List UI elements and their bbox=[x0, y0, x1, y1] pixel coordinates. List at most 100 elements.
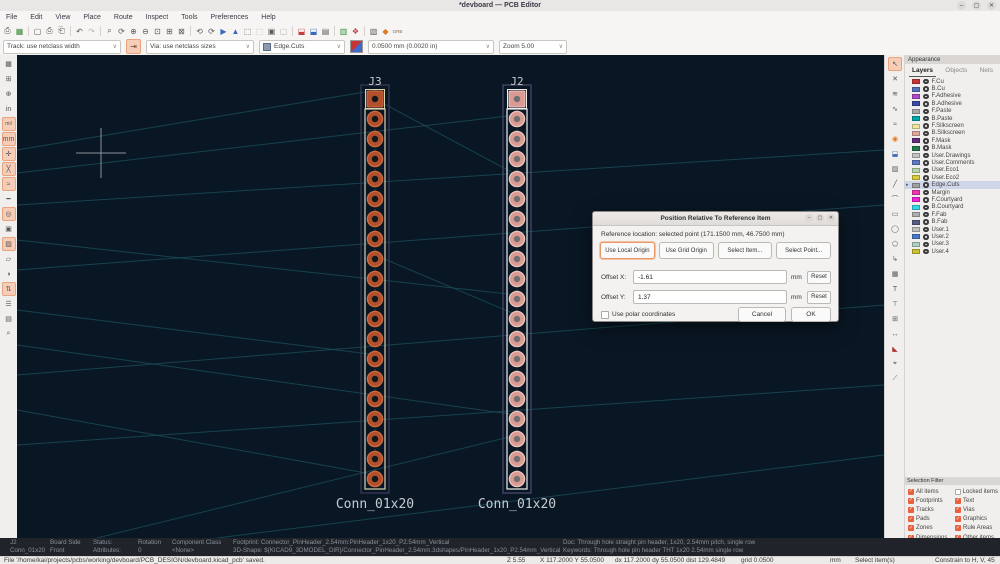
gerber-icon[interactable]: GRB bbox=[392, 25, 403, 37]
maximize-icon[interactable]: ▢ bbox=[972, 1, 981, 10]
menu-edit[interactable]: Edit bbox=[30, 14, 42, 21]
zoom-fit-icon[interactable]: ⊡ bbox=[152, 25, 163, 37]
checkbox-icon[interactable]: ✓ bbox=[955, 516, 961, 522]
layer-color-swatch[interactable] bbox=[912, 249, 920, 254]
layer-visibility-icon[interactable] bbox=[923, 145, 929, 151]
checkbox-icon[interactable]: ✓ bbox=[908, 507, 914, 513]
layer-row-user-comments[interactable]: User.Comments bbox=[905, 159, 1000, 166]
layer-visibility-icon[interactable] bbox=[923, 168, 929, 174]
layer-color-swatch[interactable] bbox=[912, 160, 920, 165]
ok-button[interactable]: OK bbox=[791, 307, 831, 322]
plot-icon[interactable]: ⎗ bbox=[56, 25, 67, 37]
footprint-browser-icon[interactable]: ⬓ bbox=[308, 25, 319, 37]
draw-arc-icon[interactable]: ⌒ bbox=[888, 192, 902, 206]
leader-icon[interactable]: ↳ bbox=[888, 252, 902, 266]
ratsnest-visibility-icon[interactable]: ╳ bbox=[2, 162, 16, 176]
checkbox-icon[interactable]: ✓ bbox=[955, 507, 961, 513]
filter-footprints[interactable]: ✓Footprints bbox=[908, 496, 955, 505]
draw-circle-icon[interactable]: ◯ bbox=[888, 222, 902, 236]
layer-visibility-icon[interactable] bbox=[923, 190, 929, 196]
tab-nets[interactable]: Nets bbox=[977, 65, 996, 76]
add-textbox-icon[interactable]: ⊤ bbox=[888, 297, 902, 311]
checkbox-icon[interactable]: ✓ bbox=[955, 525, 961, 531]
dialog-maximize-icon[interactable]: ▢ bbox=[816, 214, 824, 222]
select-tool-icon[interactable]: ↖ bbox=[888, 57, 902, 71]
zoom-objects-icon[interactable]: ⊞ bbox=[164, 25, 175, 37]
add-zone-icon[interactable]: ▨ bbox=[888, 162, 902, 176]
route-diff-pairs-icon[interactable]: ≈ bbox=[888, 117, 902, 131]
layer-color-swatch[interactable] bbox=[912, 212, 920, 217]
layer-visibility-icon[interactable] bbox=[923, 175, 929, 181]
add-text-icon[interactable]: T bbox=[888, 282, 902, 296]
auto-track-width-toggle[interactable]: ⇥ bbox=[126, 39, 141, 54]
checkbox-icon[interactable]: ✓ bbox=[908, 498, 914, 504]
search-panel-icon[interactable]: ⌕ bbox=[2, 327, 16, 341]
layer-color-swatch[interactable] bbox=[912, 234, 920, 239]
layer-row-b-mask[interactable]: B.Mask bbox=[905, 145, 1000, 152]
layer-row-f-courtyard[interactable]: F.Courtyard bbox=[905, 196, 1000, 203]
offset-x-input[interactable]: -1.61 bbox=[633, 270, 787, 284]
zone-outline-icon[interactable]: ▱ bbox=[2, 252, 16, 266]
menu-file[interactable]: File bbox=[6, 14, 17, 21]
layer-visibility-icon[interactable] bbox=[923, 197, 929, 203]
menu-place[interactable]: Place bbox=[83, 14, 101, 21]
footprint-editor-icon[interactable]: ⬓ bbox=[296, 25, 307, 37]
layer-color-swatch[interactable] bbox=[912, 101, 920, 106]
layer-color-swatch[interactable] bbox=[912, 131, 920, 136]
layer-color-swatch[interactable] bbox=[912, 183, 920, 188]
minimize-icon[interactable]: – bbox=[957, 1, 966, 10]
layer-visibility-icon[interactable] bbox=[923, 182, 929, 188]
layer-visibility-icon[interactable] bbox=[923, 101, 929, 107]
layer-row-b-fab[interactable]: B.Fab bbox=[905, 218, 1000, 225]
grid-properties-icon[interactable]: ⊞ bbox=[2, 72, 16, 86]
layer-visibility-icon[interactable] bbox=[923, 79, 929, 85]
offset-x-reset-button[interactable]: Reset bbox=[807, 271, 831, 284]
use-grid-origin-button[interactable]: Use Grid Origin bbox=[659, 242, 714, 259]
highlight-net-icon[interactable]: ≋ bbox=[888, 87, 902, 101]
footprint-value[interactable]: Conn_01x20 bbox=[478, 497, 556, 512]
layer-visibility-icon[interactable] bbox=[923, 138, 929, 144]
layer-row-user-drawings[interactable]: User.Drawings bbox=[905, 152, 1000, 159]
layer-visibility-icon[interactable] bbox=[923, 94, 929, 100]
close-icon[interactable]: ✕ bbox=[987, 1, 996, 10]
layer-visibility-icon[interactable] bbox=[923, 116, 929, 122]
layer-row-f-cu[interactable]: F.Cu bbox=[905, 78, 1000, 85]
footprint-reference[interactable]: J2 bbox=[510, 75, 523, 88]
layer-color-swatch[interactable] bbox=[912, 242, 920, 247]
tune-length-icon[interactable]: ◉ bbox=[888, 132, 902, 146]
zoom-in-icon[interactable]: ⊕ bbox=[128, 25, 139, 37]
layer-visibility-icon[interactable] bbox=[923, 131, 929, 137]
print-icon[interactable]: ⎙ bbox=[44, 25, 55, 37]
pad-display-icon[interactable]: ▣ bbox=[2, 222, 16, 236]
filter-vias[interactable]: ✓Vias bbox=[955, 505, 998, 514]
layer-visibility-icon[interactable] bbox=[923, 249, 929, 255]
track-width-select[interactable]: Track: use netclass width ∨ bbox=[3, 40, 121, 54]
layer-visibility-icon[interactable] bbox=[923, 234, 929, 240]
layer-color-swatch[interactable] bbox=[912, 146, 920, 151]
origin-icon[interactable]: ⌖ bbox=[888, 357, 902, 371]
via-display-icon[interactable]: ◎ bbox=[2, 207, 16, 221]
draw-rectangle-icon[interactable]: ▭ bbox=[888, 207, 902, 221]
layer-row-b-paste[interactable]: B.Paste bbox=[905, 115, 1000, 122]
filter-rule-areas[interactable]: ✓Rule Areas bbox=[955, 524, 998, 533]
layer-color-swatch[interactable] bbox=[912, 190, 920, 195]
menu-preferences[interactable]: Preferences bbox=[211, 14, 249, 21]
layer-color-swatch[interactable] bbox=[912, 124, 920, 129]
layer-color-swatch[interactable] bbox=[912, 153, 920, 158]
checkbox-icon[interactable]: ✓ bbox=[908, 525, 914, 531]
checkbox-icon[interactable]: ✓ bbox=[955, 498, 961, 504]
select-item-button[interactable]: Select Item... bbox=[718, 242, 773, 259]
select-point-button[interactable]: Select Point... bbox=[776, 242, 831, 259]
checkbox-icon[interactable] bbox=[955, 489, 961, 495]
add-footprint-icon[interactable]: ⬓ bbox=[888, 147, 902, 161]
lock-icon[interactable]: ▣ bbox=[266, 25, 277, 37]
footprint-reference[interactable]: J3 bbox=[368, 75, 381, 88]
drc-icon[interactable]: ❖ bbox=[350, 25, 361, 37]
undo-icon[interactable]: ↶ bbox=[74, 25, 85, 37]
layer-visibility-icon[interactable] bbox=[923, 242, 929, 248]
layer-row-margin[interactable]: Margin bbox=[905, 189, 1000, 196]
layer-row-f-silkscreen[interactable]: F.Silkscreen bbox=[905, 122, 1000, 129]
layer-visibility-icon[interactable] bbox=[923, 123, 929, 129]
draw-line-icon[interactable]: ╱ bbox=[888, 177, 902, 191]
filter-pads[interactable]: ✓Pads bbox=[908, 515, 955, 524]
